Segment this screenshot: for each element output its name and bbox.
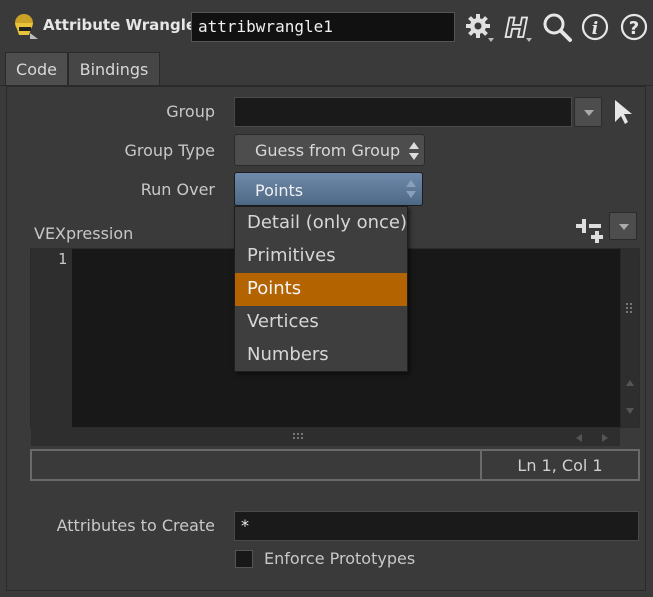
scroll-left-icon[interactable] — [575, 433, 583, 443]
menu-item-detail[interactable]: Detail (only once) — [235, 207, 407, 240]
group-label: Group — [166, 102, 215, 121]
line-number: 1 — [57, 250, 67, 268]
vex-menu-button[interactable] — [609, 212, 637, 240]
run-over-label: Run Over — [140, 180, 215, 199]
group-type-menu[interactable]: Guess from Group — [234, 134, 425, 166]
tab-bindings[interactable]: Bindings — [68, 52, 160, 86]
group-type-label: Group Type — [124, 141, 215, 160]
gear-icon[interactable] — [462, 10, 496, 44]
info-icon[interactable]: i — [578, 10, 612, 44]
line-number-gutter — [31, 249, 72, 427]
scroll-down-icon[interactable] — [625, 407, 635, 415]
svg-text:H: H — [505, 13, 528, 44]
menu-item-vertices[interactable]: Vertices — [235, 306, 407, 339]
vertical-scrollbar[interactable] — [620, 249, 639, 427]
svg-text:i: i — [592, 19, 598, 39]
select-arrow-icon[interactable] — [612, 98, 636, 126]
cursor-position: Ln 1, Col 1 — [517, 456, 603, 475]
scroll-right-icon[interactable] — [601, 433, 609, 443]
group-field[interactable] — [234, 97, 572, 127]
tab-code[interactable]: Code — [5, 52, 68, 86]
svg-text:?: ? — [629, 18, 639, 39]
updown-arrow-icon — [409, 142, 419, 160]
chevron-down-icon — [584, 110, 594, 116]
enforce-prototypes-label: Enforce Prototypes — [264, 549, 416, 568]
houdini-help-icon[interactable]: H — [500, 10, 534, 44]
wrangle-node-icon[interactable] — [10, 11, 40, 41]
menu-item-numbers[interactable]: Numbers — [235, 339, 407, 372]
group-menu-button[interactable] — [574, 97, 602, 127]
chevron-down-icon — [619, 224, 629, 230]
run-over-value: Points — [255, 181, 304, 200]
run-over-menu[interactable]: Points — [234, 172, 423, 206]
menu-item-primitives[interactable]: Primitives — [235, 240, 407, 273]
group-type-value: Guess from Group — [255, 141, 401, 160]
horizontal-scrollbar[interactable] — [31, 428, 620, 446]
enforce-prototypes-checkbox[interactable] — [235, 550, 253, 568]
updown-arrow-icon — [406, 180, 416, 198]
run-over-dropdown: Detail (only once) Primitives Points Ver… — [234, 206, 408, 372]
resize-grip-icon[interactable] — [293, 433, 307, 441]
attributes-to-create-label: Attributes to Create — [56, 516, 215, 535]
node-name-field[interactable]: attribwrangle1 — [191, 12, 455, 42]
search-icon[interactable] — [540, 10, 574, 44]
vexpression-label: VEXpression — [34, 224, 134, 243]
create-spare-parameters-icon[interactable] — [574, 214, 606, 244]
node-type-label: Attribute Wrangle — [43, 16, 197, 34]
resize-grip-icon[interactable] — [626, 303, 634, 317]
attributes-to-create-field[interactable]: * — [234, 511, 639, 541]
help-icon[interactable]: ? — [617, 10, 651, 44]
scroll-up-icon[interactable] — [625, 379, 635, 387]
menu-item-points[interactable]: Points — [235, 273, 407, 306]
